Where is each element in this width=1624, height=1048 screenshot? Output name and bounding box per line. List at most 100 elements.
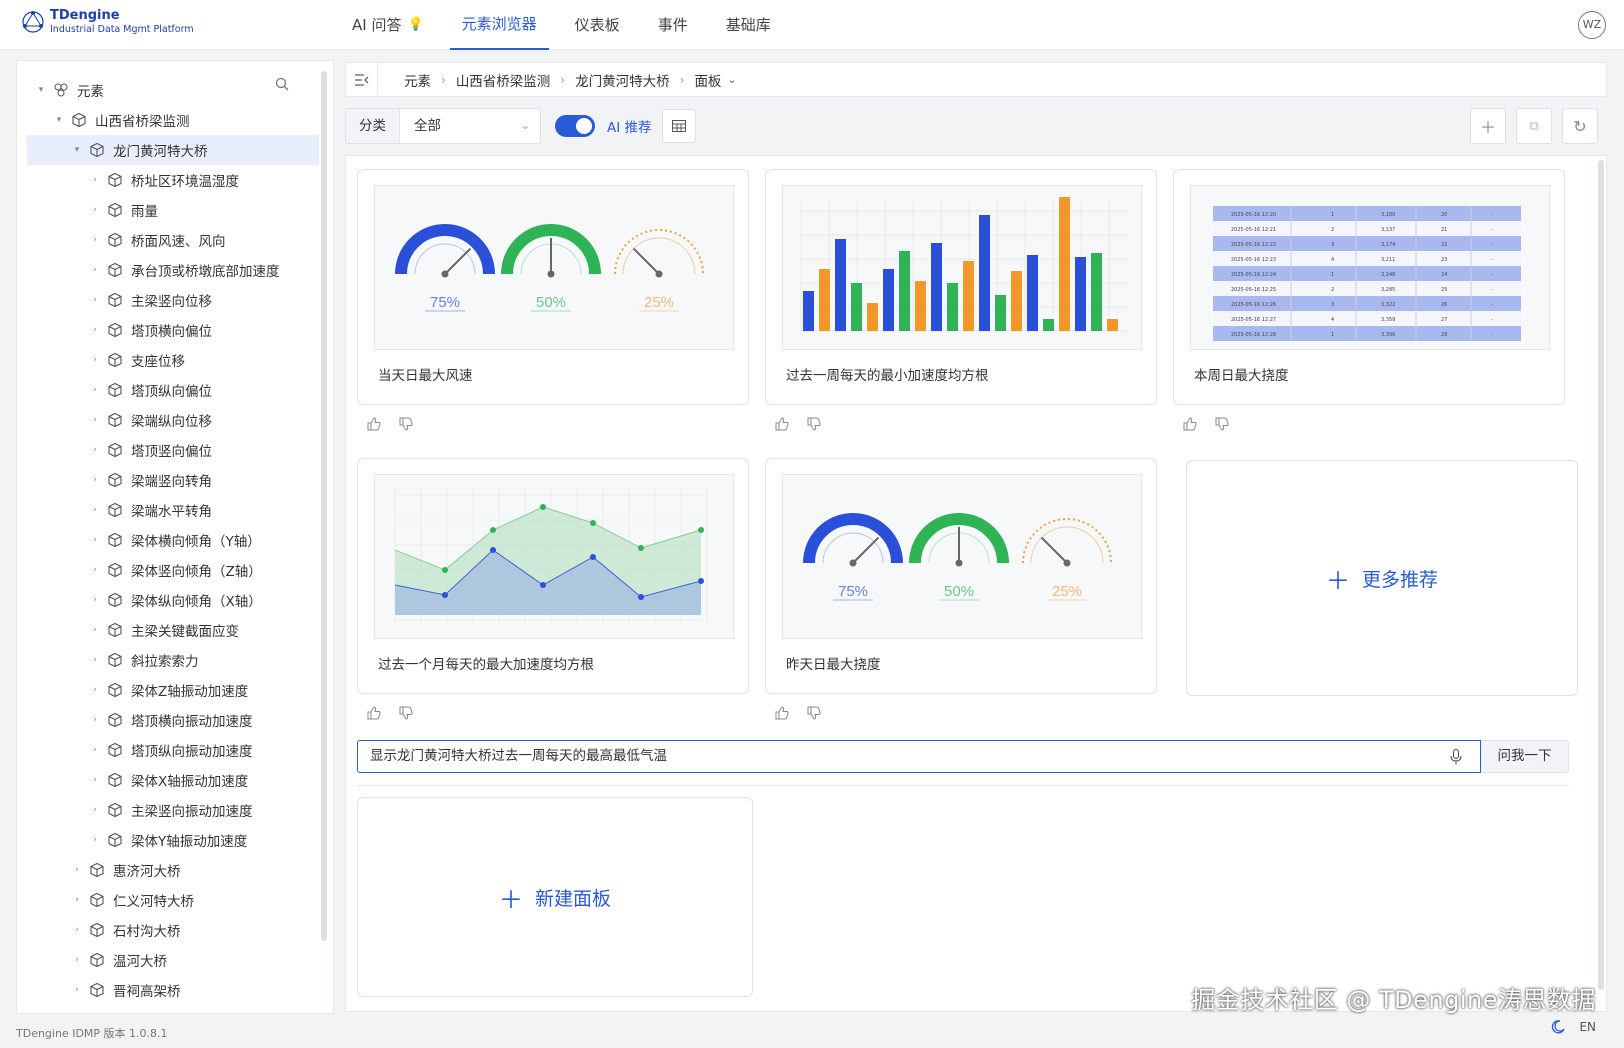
thumbs-up-icon[interactable]: [367, 706, 381, 720]
tree-item-child[interactable]: › 梁体纵向倾角（X轴）: [27, 585, 319, 615]
tree-item-child[interactable]: › 桥址区环境温湿度: [27, 165, 319, 195]
refresh-button[interactable]: ↻: [1562, 108, 1598, 144]
tree-item-child[interactable]: › 梁体横向倾角（Y轴）: [27, 525, 319, 555]
thumbs-down-icon[interactable]: [807, 706, 821, 720]
thumbs-down-icon[interactable]: [399, 417, 413, 431]
tree-item-bridge[interactable]: › 仁义河特大桥: [27, 885, 319, 915]
tree-root[interactable]: ▾ 元素: [27, 75, 319, 105]
collapse-sidebar-button[interactable]: [345, 62, 378, 97]
caret-right-icon[interactable]: ›: [89, 835, 101, 845]
chart-card[interactable]: 过去一周每天的最小加速度均方根: [765, 169, 1157, 405]
tree-item-child[interactable]: › 塔顶竖向偏位: [27, 435, 319, 465]
caret-right-icon[interactable]: ›: [89, 535, 101, 545]
chart-card[interactable]: 75% 50% 25% 昨天日最大挠度: [765, 458, 1157, 694]
tree-item-child[interactable]: › 桥面风速、风向: [27, 225, 319, 255]
moon-icon[interactable]: [1551, 1020, 1566, 1034]
ask-button[interactable]: 问我一下: [1481, 740, 1569, 773]
caret-right-icon[interactable]: ›: [89, 355, 101, 365]
thumbs-down-icon[interactable]: [807, 417, 821, 431]
tree-group[interactable]: ▾ 山西省桥梁监测: [27, 105, 319, 135]
tree-item-bridge[interactable]: › 惠济河大桥: [27, 855, 319, 885]
thumbs-down-icon[interactable]: [399, 706, 413, 720]
caret-down-icon[interactable]: ▾: [53, 115, 65, 125]
nav-events[interactable]: 事件: [646, 0, 700, 50]
tree-item-selected[interactable]: ▾ 龙门黄河特大桥: [27, 135, 319, 165]
tree-item-child[interactable]: › 主梁关键截面应变: [27, 615, 319, 645]
chart-card[interactable]: 75% 50% 25% 当天日最大风速: [357, 169, 749, 405]
tree-item-child[interactable]: › 梁体Y轴振动加速度: [27, 825, 319, 855]
tree-item-bridge[interactable]: › 石村沟大桥: [27, 915, 319, 945]
caret-right-icon[interactable]: ›: [71, 925, 83, 935]
thumbs-up-icon[interactable]: [367, 417, 381, 431]
more-recommendations-card[interactable]: ＋ 更多推荐: [1186, 460, 1578, 696]
tree-item-child[interactable]: › 梁体竖向倾角（Z轴）: [27, 555, 319, 585]
caret-right-icon[interactable]: ›: [89, 445, 101, 455]
tree-item-child[interactable]: › 梁端纵向位移: [27, 405, 319, 435]
caret-right-icon[interactable]: ›: [89, 655, 101, 665]
tree-item-bridge[interactable]: › 晋祠高架桥: [27, 975, 319, 1005]
tree-item-bridge[interactable]: › 温河大桥: [27, 945, 319, 975]
caret-right-icon[interactable]: ›: [89, 295, 101, 305]
tree-item-child[interactable]: › 梁端竖向转角: [27, 465, 319, 495]
microphone-icon[interactable]: [1450, 749, 1462, 765]
nav-ai-qa[interactable]: AI 问答 💡: [340, 0, 436, 50]
thumbs-up-icon[interactable]: [775, 706, 789, 720]
category-select[interactable]: 全部 ⌄: [400, 109, 540, 143]
caret-down-icon[interactable]: ▾: [71, 145, 83, 155]
tree-item-child[interactable]: › 梁体Z轴振动加速度: [27, 675, 319, 705]
caret-right-icon[interactable]: ›: [89, 595, 101, 605]
caret-right-icon[interactable]: ›: [89, 175, 101, 185]
caret-right-icon[interactable]: ›: [71, 895, 83, 905]
copy-button[interactable]: ⧉: [1516, 108, 1552, 144]
caret-right-icon[interactable]: ›: [71, 955, 83, 965]
ask-input[interactable]: 显示龙门黄河特大桥过去一周每天的最高最低气温: [357, 740, 1481, 773]
crumb-elements[interactable]: 元素: [404, 70, 431, 90]
caret-right-icon[interactable]: ›: [89, 325, 101, 335]
crumb-panel[interactable]: 面板: [694, 70, 721, 90]
thumbs-down-icon[interactable]: [1215, 417, 1229, 431]
chart-card[interactable]: 过去一个月每天的最大加速度均方根: [357, 458, 749, 694]
tree-item-child[interactable]: › 塔顶横向偏位: [27, 315, 319, 345]
tree-item-child[interactable]: › 梁体X轴振动加速度: [27, 765, 319, 795]
logo[interactable]: TDengine Industrial Data Mgmt Platform: [20, 8, 194, 36]
tree-item-child[interactable]: › 主梁竖向位移: [27, 285, 319, 315]
new-panel-card[interactable]: ＋ 新建面板: [357, 797, 753, 997]
chevron-down-icon[interactable]: ⌄: [727, 73, 736, 86]
caret-right-icon[interactable]: ›: [89, 415, 101, 425]
crumb-group[interactable]: 山西省桥梁监测: [456, 70, 551, 90]
content-scrollbar[interactable]: [1598, 160, 1604, 990]
caret-right-icon[interactable]: ›: [89, 385, 101, 395]
crumb-bridge[interactable]: 龙门黄河特大桥: [575, 70, 670, 90]
add-button[interactable]: ＋: [1470, 108, 1506, 144]
caret-right-icon[interactable]: ›: [71, 985, 83, 995]
tree-item-child[interactable]: › 斜拉索索力: [27, 645, 319, 675]
nav-element-browser[interactable]: 元素浏览器: [449, 0, 549, 50]
nav-library[interactable]: 基础库: [714, 0, 783, 50]
caret-right-icon[interactable]: ›: [71, 865, 83, 875]
language-toggle[interactable]: EN: [1579, 1020, 1596, 1034]
tree-item-child[interactable]: › 承台顶或桥墩底部加速度: [27, 255, 319, 285]
tree-item-child[interactable]: › 塔顶横向振动加速度: [27, 705, 319, 735]
category-filter[interactable]: 分类 全部 ⌄: [345, 108, 541, 144]
nav-dashboard[interactable]: 仪表板: [563, 0, 632, 50]
caret-right-icon[interactable]: ›: [89, 685, 101, 695]
tree-item-child[interactable]: › 支座位移: [27, 345, 319, 375]
table-view-button[interactable]: [661, 109, 696, 143]
tree-item-child[interactable]: › 梁端水平转角: [27, 495, 319, 525]
thumbs-up-icon[interactable]: [775, 417, 789, 431]
tree-item-child[interactable]: › 塔顶纵向偏位: [27, 375, 319, 405]
tree-item-child[interactable]: › 雨量: [27, 195, 319, 225]
caret-right-icon[interactable]: ›: [89, 265, 101, 275]
caret-right-icon[interactable]: ›: [89, 745, 101, 755]
caret-right-icon[interactable]: ›: [89, 625, 101, 635]
avatar[interactable]: WZ: [1578, 11, 1606, 39]
caret-down-icon[interactable]: ▾: [35, 85, 47, 95]
thumbs-up-icon[interactable]: [1183, 417, 1197, 431]
caret-right-icon[interactable]: ›: [89, 475, 101, 485]
caret-right-icon[interactable]: ›: [89, 235, 101, 245]
caret-right-icon[interactable]: ›: [89, 805, 101, 815]
caret-right-icon[interactable]: ›: [89, 715, 101, 725]
caret-right-icon[interactable]: ›: [89, 205, 101, 215]
caret-right-icon[interactable]: ›: [89, 775, 101, 785]
tree-item-child[interactable]: › 主梁竖向振动加速度: [27, 795, 319, 825]
